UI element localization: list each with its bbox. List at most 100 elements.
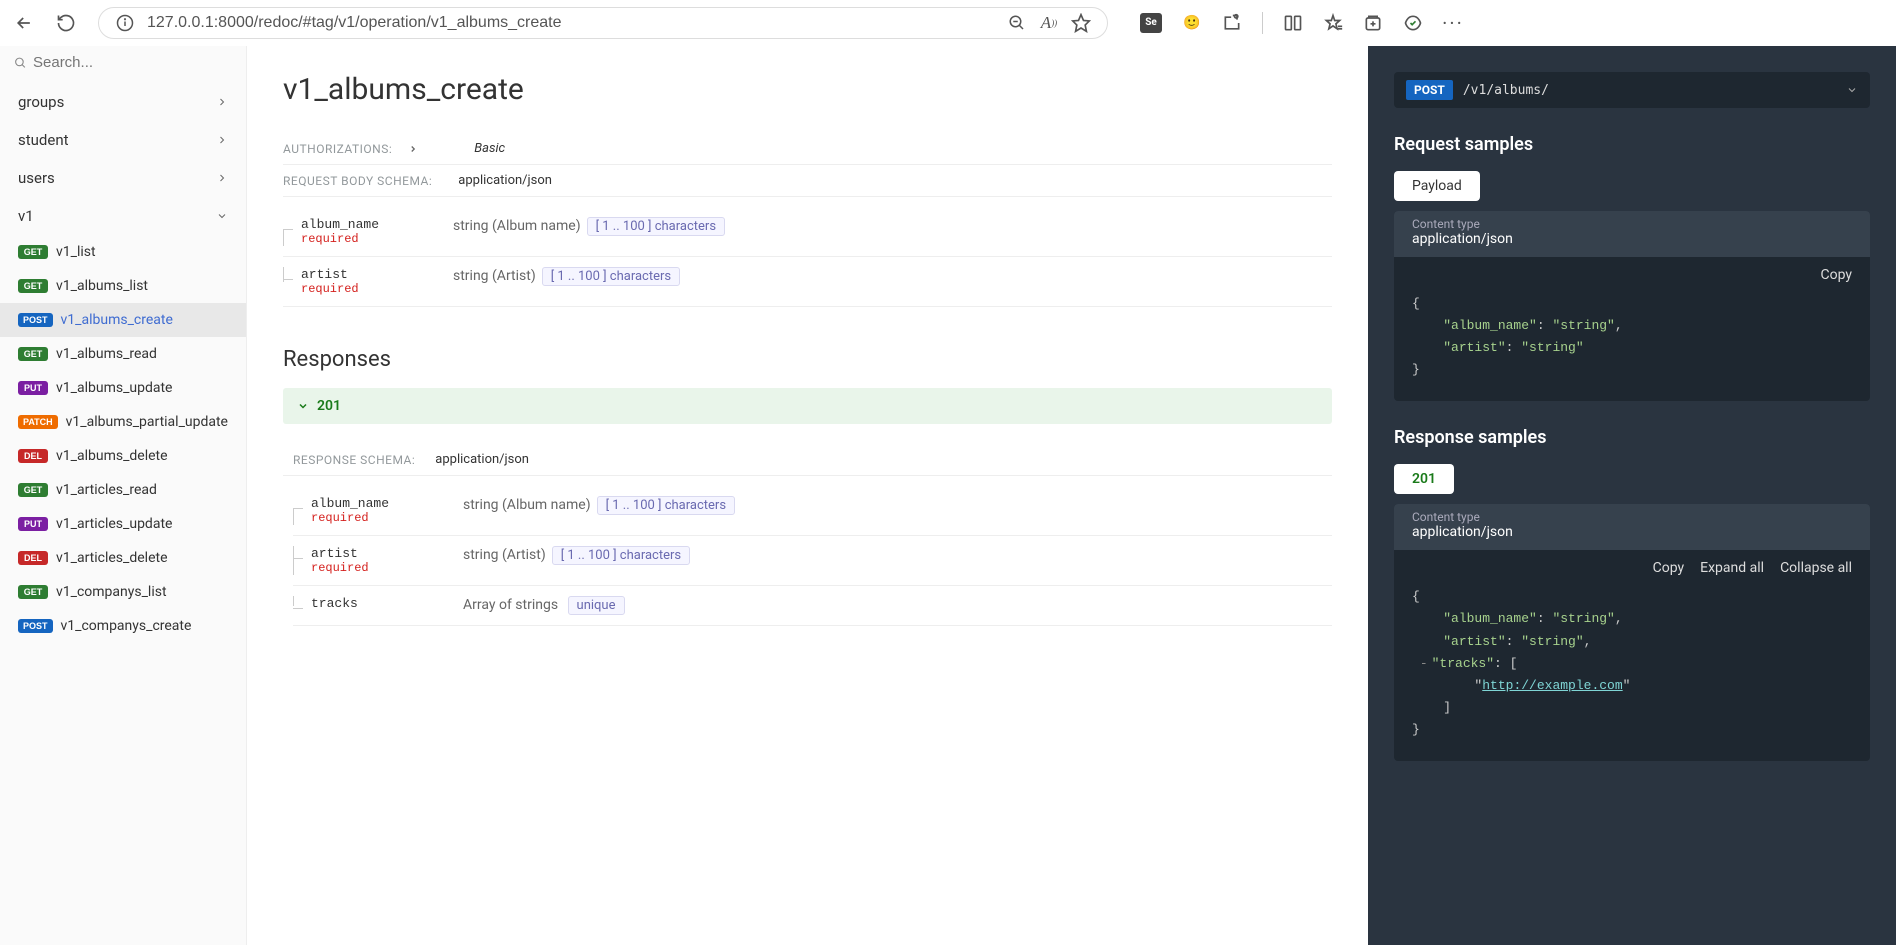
param-constraint: [ 1 .. 100 ] characters [587,217,725,236]
nav-tag-label: users [18,169,55,187]
browser-toolbar: A)) Se 🙂 ··· [0,0,1896,46]
content-type-label: Content type [1412,217,1852,231]
sidebar-nav: groupsstudentusersv1GETv1_listGETv1_albu… [0,79,246,945]
authorizations-value: Basic [474,141,505,156]
param-name: album_name [301,217,453,232]
nav-op-v1_companys_list[interactable]: GETv1_companys_list [0,575,246,609]
operation-title: v1_albums_create [283,72,1332,107]
nav-tag-v1[interactable]: v1 [0,197,246,235]
more-icon[interactable]: ··· [1443,13,1463,33]
payload-tab[interactable]: Payload [1394,171,1480,201]
response-sample-box: Content type application/json Copy Expan… [1394,504,1870,761]
responses-heading: Responses [283,347,1332,372]
param-row[interactable]: artistrequiredstring (Artist)[ 1 .. 100 … [283,257,1332,307]
param-row[interactable]: album_namerequiredstring (Album name) [ 1… [283,207,1332,257]
chevron-down-icon [216,210,228,222]
nav-op-v1_companys_create[interactable]: POST v1_companys_create [0,609,246,643]
url-input[interactable] [147,14,995,32]
method-badge: PUT [18,381,48,395]
nav-op-label: v1_articles_delete [56,550,168,566]
param-name: album_name [311,496,463,511]
request-params-table: album_namerequiredstring (Album name)[ 1… [283,207,1332,307]
nav-tag-label: v1 [18,207,34,225]
chevron-down-icon [297,400,309,412]
favorite-icon[interactable] [1071,13,1091,33]
expand-all-button[interactable]: Expand all [1700,560,1764,576]
nav-op-v1_albums_delete[interactable]: DELv1_albums_delete [0,439,246,473]
method-badge: POST [18,619,53,633]
nav-op-v1_albums_read[interactable]: GETv1_albums_read [0,337,246,371]
nav-op-v1_articles_delete[interactable]: DELv1_articles_delete [0,541,246,575]
nav-op-v1_articles_update[interactable]: PUTv1_articles_update [0,507,246,541]
nav-tag-student[interactable]: student [0,121,246,159]
nav-tag-users[interactable]: users [0,159,246,197]
nav-op-v1_articles_read[interactable]: GETv1_articles_read [0,473,246,507]
browser-tool-icons: Se 🙂 ··· [1140,12,1463,34]
favorites-icon[interactable] [1323,13,1343,33]
nav-op-v1_albums_create[interactable]: POSTv1_albums_create [0,303,246,337]
copy-button[interactable]: Copy [1820,267,1852,283]
extensions-icon[interactable] [1222,13,1242,33]
method-badge: DEL [18,449,48,463]
param-type: string (Album name) [453,218,581,234]
split-screen-icon[interactable] [1283,13,1303,33]
request-sample-box: Content type application/json Copy { "al… [1394,211,1870,401]
param-row[interactable]: album_namerequiredstring (Album name)[ 1… [293,486,1332,536]
info-icon[interactable] [115,13,135,33]
back-icon[interactable] [14,13,34,33]
nav-op-label: v1_albums_read [56,346,157,362]
param-constraint: [ 1 .. 100 ] characters [597,496,735,515]
request-schema-row: REQUEST BODY SCHEMA: application/json [283,165,1332,197]
zoom-out-icon[interactable] [1007,13,1027,33]
request-schema-value: application/json [458,173,552,188]
param-required: required [311,561,463,575]
sidebar-search[interactable] [0,46,246,79]
chevron-right-icon [216,96,228,108]
nav-op-label: v1_articles_read [56,482,157,498]
response-code: 201 [317,398,341,414]
response-schema-row: RESPONSE SCHEMA: application/json [283,444,1332,476]
response-201-toggle[interactable]: 201 [283,388,1332,424]
param-type: string (Album name) [463,497,591,513]
copy-button[interactable]: Copy [1653,560,1685,576]
endpoint-box[interactable]: POST /v1/albums/ [1394,72,1870,108]
response-schema-label: RESPONSE SCHEMA: [293,453,415,467]
sidebar: groupsstudentusersv1GETv1_listGETv1_albu… [0,46,247,945]
face-ext-icon[interactable]: 🙂 [1182,13,1202,33]
param-name: artist [311,546,463,561]
authorizations-label: AUTHORIZATIONS: [283,142,392,156]
performance-icon[interactable] [1403,13,1423,33]
nav-op-v1_albums_partial_update[interactable]: PATCHv1_albums_partial_update [0,405,246,439]
read-aloud-icon[interactable]: A)) [1039,13,1059,33]
content-type-value: application/json [1412,524,1852,540]
nav-tag-groups[interactable]: groups [0,83,246,121]
address-bar[interactable]: A)) [98,7,1108,39]
param-required: required [301,282,453,296]
method-badge: GET [18,279,48,293]
selenium-ext-icon[interactable]: Se [1140,13,1162,33]
nav-op-v1_albums_update[interactable]: PUTv1_albums_update [0,371,246,405]
nav-op-label: v1_albums_partial_update [66,414,228,430]
collections-icon[interactable] [1363,13,1383,33]
response-sample-code: { "album_name": "string", "artist": "str… [1394,582,1870,751]
param-type: Array of strings [463,597,562,613]
param-required: required [301,232,453,246]
method-badge: POST [18,313,53,327]
collapse-all-button[interactable]: Collapse all [1780,560,1852,576]
nav-op-v1_albums_list[interactable]: GETv1_albums_list [0,269,246,303]
samples-panel: POST /v1/albums/ Request samples Payload… [1368,46,1896,945]
authorizations-row[interactable]: AUTHORIZATIONS: Basic [283,133,1332,165]
content-type-label: Content type [1412,510,1852,524]
refresh-icon[interactable] [56,13,76,33]
chevron-right-icon [216,172,228,184]
param-row[interactable]: artistrequiredstring (Artist)[ 1 .. 100 … [293,536,1332,586]
nav-op-label: v1_companys_create [61,618,192,634]
nav-op-label: v1_list [56,244,96,260]
nav-op-label: v1_articles_update [56,516,172,532]
search-input[interactable] [33,54,232,71]
param-row[interactable]: tracksArray of strings unique [293,586,1332,626]
response-201-tab[interactable]: 201 [1394,464,1454,494]
method-badge: GET [18,245,48,259]
endpoint-path: /v1/albums/ [1463,83,1836,98]
nav-op-v1_list[interactable]: GET v1_list [0,235,246,269]
